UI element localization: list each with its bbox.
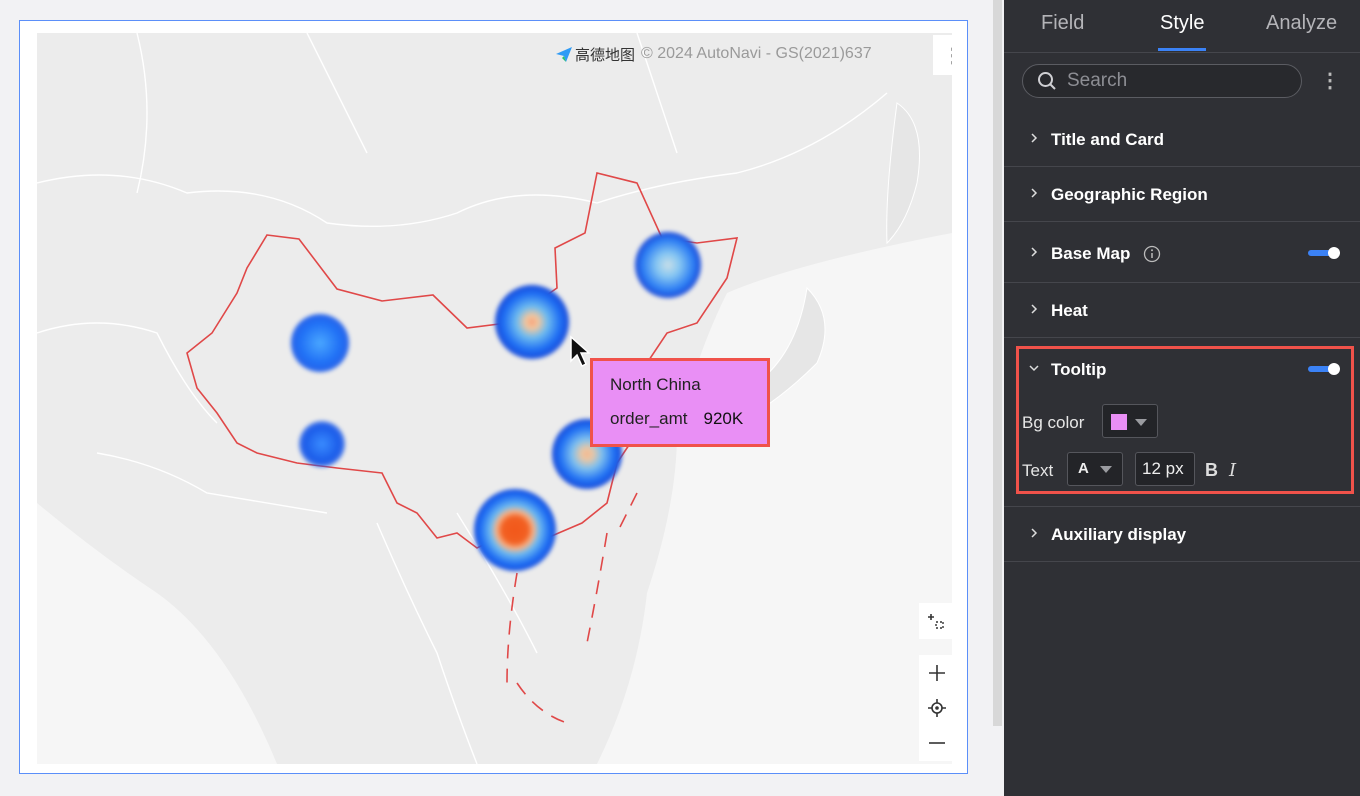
section-header-base-map[interactable]: Base Map bbox=[1004, 226, 1360, 280]
chevron-right-icon bbox=[1031, 528, 1038, 538]
fit-view-button[interactable] bbox=[919, 603, 952, 639]
tooltip-title: North China bbox=[610, 375, 701, 394]
tooltip-section-highlight bbox=[1016, 346, 1354, 494]
section-title: Title and Card bbox=[1051, 130, 1165, 149]
section-header-geographic-region[interactable]: Geographic Region bbox=[1004, 167, 1360, 221]
heat-spot[interactable] bbox=[635, 232, 701, 298]
zoom-out-icon[interactable] bbox=[919, 726, 952, 760]
section-title-and-card: Title and Card bbox=[1004, 112, 1360, 167]
base-map bbox=[37, 33, 952, 764]
zoom-in-icon[interactable] bbox=[919, 656, 952, 690]
section-heat: Heat bbox=[1004, 283, 1360, 338]
section-header-heat[interactable]: Heat bbox=[1004, 283, 1360, 337]
chevron-right-icon bbox=[1031, 133, 1038, 143]
tooltip-field-name: order_amt bbox=[610, 409, 688, 428]
amap-logo: 高德地图 bbox=[555, 44, 635, 65]
tooltip-field-value: 920K bbox=[703, 409, 744, 428]
section-title: Base Map bbox=[1051, 244, 1131, 263]
copyright-text: © 2024 AutoNavi - GS(2021)637 bbox=[641, 45, 872, 62]
scrollbar[interactable] bbox=[993, 0, 1002, 726]
fit-view-icon[interactable] bbox=[919, 604, 952, 638]
mouse-pointer-icon bbox=[570, 335, 591, 368]
heat-spot[interactable] bbox=[474, 489, 556, 571]
more-vertical-icon[interactable]: ⋮ bbox=[933, 35, 952, 75]
heat-spot[interactable] bbox=[495, 285, 569, 359]
section-geographic-region: Geographic Region bbox=[1004, 167, 1360, 222]
map-attribution: 高德地图 © 2024 AutoNavi - GS(2021)637 bbox=[555, 43, 872, 65]
tab-analyze[interactable]: Analyze bbox=[1266, 12, 1337, 35]
info-icon[interactable] bbox=[1143, 245, 1161, 263]
section-header-title-and-card[interactable]: Title and Card bbox=[1004, 112, 1360, 166]
section-title: Auxiliary display bbox=[1051, 525, 1187, 544]
tab-style[interactable]: Style bbox=[1160, 12, 1204, 35]
section-auxiliary-display: Auxiliary display bbox=[1004, 507, 1360, 562]
section-title: Geographic Region bbox=[1051, 185, 1208, 204]
map-tooltip: North China order_amt 920K bbox=[590, 358, 770, 447]
base-map-toggle[interactable] bbox=[1308, 247, 1340, 259]
section-header-auxiliary-display[interactable]: Auxiliary display bbox=[1004, 507, 1360, 561]
zoom-controls bbox=[919, 655, 952, 761]
heat-spot[interactable] bbox=[291, 314, 349, 372]
more-vertical-icon[interactable]: ⋮ bbox=[1320, 68, 1340, 93]
section-title: Heat bbox=[1051, 301, 1088, 320]
search-input[interactable] bbox=[1065, 69, 1289, 93]
chevron-right-icon bbox=[1031, 188, 1038, 198]
heat-spot[interactable] bbox=[299, 421, 345, 467]
locate-icon[interactable] bbox=[919, 691, 952, 725]
panel-tabs: Field Style Analyze bbox=[1004, 0, 1360, 53]
search-box[interactable] bbox=[1022, 64, 1302, 98]
section-base-map: Base Map bbox=[1004, 222, 1360, 283]
search-icon bbox=[1038, 72, 1056, 90]
map-card: 高德地图 © 2024 AutoNavi - GS(2021)637 ⋮ Nor… bbox=[19, 20, 968, 774]
chevron-right-icon bbox=[1031, 247, 1038, 257]
amap-logo-text: 高德地图 bbox=[575, 46, 636, 64]
chevron-right-icon bbox=[1031, 304, 1038, 314]
map-canvas[interactable]: 高德地图 © 2024 AutoNavi - GS(2021)637 ⋮ Nor… bbox=[37, 33, 952, 764]
active-tab-indicator bbox=[1158, 48, 1206, 51]
amap-arrow-icon bbox=[556, 47, 572, 62]
tab-field[interactable]: Field bbox=[1041, 12, 1084, 35]
